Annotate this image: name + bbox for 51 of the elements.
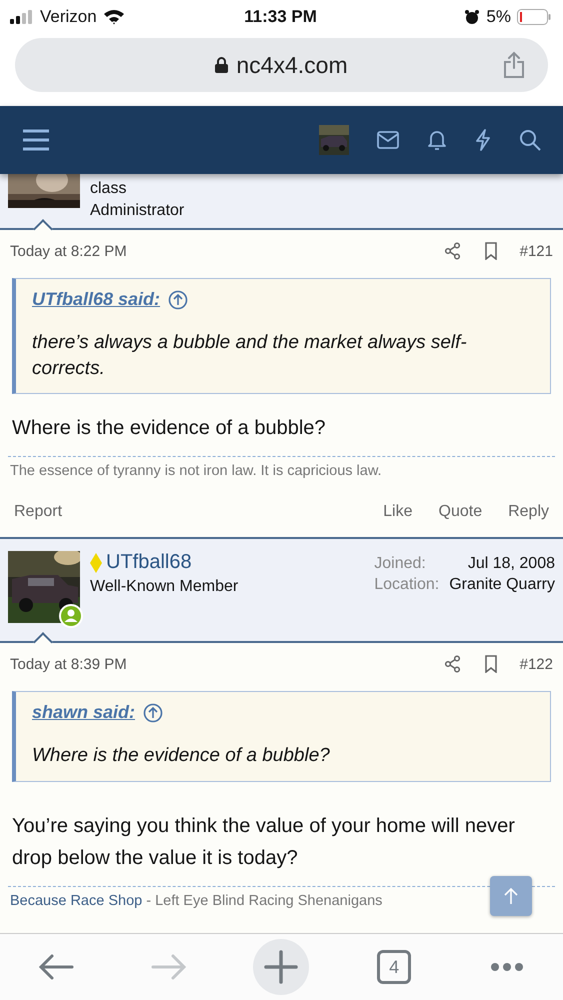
mail-icon[interactable] (377, 131, 399, 149)
address-bar[interactable]: nc4x4.com (15, 38, 548, 92)
battery-percent: 5% (486, 7, 511, 27)
stat-value: Jul 18, 2008 (466, 555, 555, 574)
plus-icon (263, 949, 300, 985)
bell-icon[interactable] (427, 129, 447, 151)
lock-icon (215, 57, 228, 73)
battery-icon (516, 9, 551, 25)
post-date[interactable]: Today at 8:22 PM (10, 242, 422, 260)
user-title: Well-Known Member (90, 578, 240, 596)
signature: The essence of tyranny is not iron law. It is capricious law. (10, 463, 382, 480)
stat-value: Granite Quarry (449, 576, 555, 594)
share-icon[interactable] (444, 242, 462, 260)
share-icon[interactable] (444, 655, 462, 674)
signature: Because Race Shop - Left Eye Blind Racing Shenanigans (10, 892, 382, 909)
username-link[interactable]: UTfball68 (106, 551, 192, 574)
action-link[interactable]: Reply (508, 503, 549, 522)
forward-arrow-icon (150, 953, 187, 981)
report-link[interactable]: Report (14, 503, 358, 522)
diamond-icon (90, 552, 102, 573)
back-arrow-icon (38, 953, 74, 981)
tabs-button[interactable]: 4 (366, 939, 422, 995)
user-title: class (90, 180, 128, 198)
post-number[interactable]: #121 (520, 242, 553, 260)
action-link[interactable]: Like (383, 503, 412, 522)
action-link[interactable]: Quote (438, 503, 482, 522)
lightning-icon[interactable] (475, 129, 491, 151)
carrier-name: Verizon (40, 7, 97, 27)
stat-label: Joined: (374, 555, 427, 574)
quote-text: Where is the evidence of a bubble? (31, 744, 331, 768)
signal-icon (10, 10, 34, 24)
share-icon[interactable] (502, 51, 526, 79)
post-text: You’re saying you think the value of your home will never drop below the value it is today? (11, 814, 516, 871)
clock: 11:33 PM (244, 7, 317, 27)
quote-author-link[interactable]: shawn said: (32, 702, 136, 724)
alarm-icon (464, 9, 480, 25)
bookmark-icon[interactable] (484, 242, 498, 260)
quote-text: there’s always a bubble and the market always self-corrects. (31, 331, 468, 381)
signature-link[interactable]: Because Race Shop (10, 892, 142, 909)
user-title: Administrator (90, 202, 186, 220)
post-date[interactable]: Today at 8:39 PM (10, 656, 422, 673)
stat-label: Location: (374, 576, 440, 594)
more-icon (490, 963, 523, 971)
post-text: Where is the evidence of a bubble? (11, 416, 327, 442)
wifi-icon (102, 9, 125, 25)
bookmark-icon[interactable] (484, 655, 498, 674)
search-icon[interactable] (519, 129, 541, 151)
post-number[interactable]: #122 (520, 656, 553, 673)
up-arrow-icon (503, 887, 519, 905)
quote-author-link[interactable]: UTfball68 said: (32, 289, 160, 310)
menu-icon[interactable] (22, 128, 50, 152)
